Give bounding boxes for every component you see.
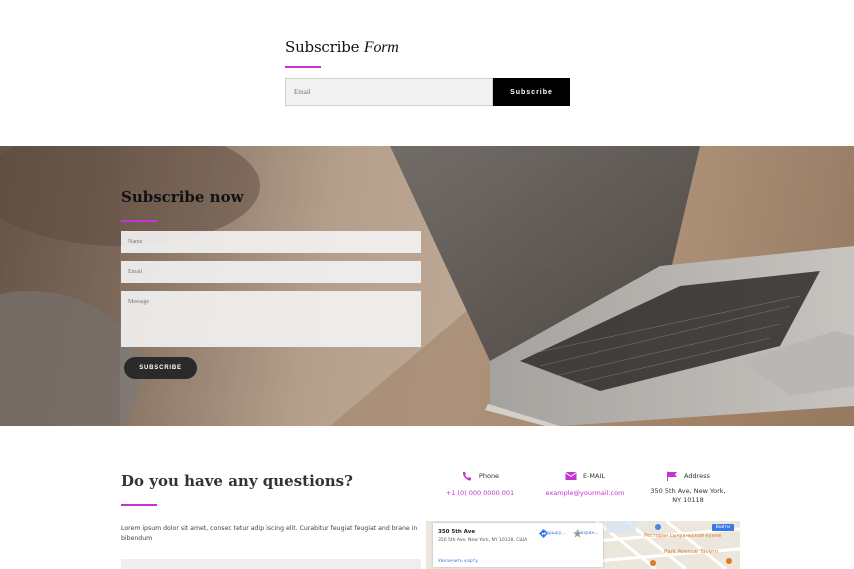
star-icon bbox=[573, 529, 582, 538]
google-map[interactable]: 350 5th Ave 350 5th Ave, New York, NY 10… bbox=[426, 521, 740, 569]
map-place-card: 350 5th Ave 350 5th Ave, New York, NY 10… bbox=[433, 523, 603, 567]
questions-text: Lorem ipsum dolor sit amet, consec tetur… bbox=[121, 525, 418, 542]
subscribe-button[interactable]: Subscribe bbox=[493, 78, 570, 106]
subscribe-form-row: Subscribe bbox=[285, 78, 575, 106]
map-place-name: 350 5th Ave bbox=[438, 529, 476, 535]
contact-email-value[interactable]: example@yourmail.com bbox=[540, 489, 630, 497]
contact-phone: Phone +1 (0) 000 0000 001 bbox=[440, 471, 520, 497]
accent-divider bbox=[285, 66, 321, 68]
directions-icon bbox=[539, 529, 548, 538]
map-enlarge-link[interactable]: Увеличить карту bbox=[438, 559, 478, 564]
name-input[interactable] bbox=[121, 231, 421, 253]
map-signin-button[interactable]: Войти bbox=[711, 524, 734, 531]
phone-icon bbox=[462, 472, 471, 481]
map-poi-tavern[interactable]: Park Avenue Tavern bbox=[664, 549, 718, 555]
message-textarea[interactable] bbox=[121, 291, 421, 347]
map-save-button[interactable]: Сохран... bbox=[573, 529, 603, 538]
flag-icon bbox=[667, 471, 678, 481]
contact-email-label: E-MAIL bbox=[582, 472, 606, 480]
map-poi-restaurant[interactable]: Ресторан сычуаньской кухни bbox=[644, 533, 721, 539]
accent-divider bbox=[121, 504, 157, 506]
contact-address-value: 350 5th Ave, New York, NY 10118 bbox=[650, 487, 726, 504]
email-input[interactable] bbox=[121, 261, 421, 283]
subscribe-form-title: Subscribe Form bbox=[285, 38, 575, 57]
map-route-button[interactable]: Маршру... bbox=[539, 529, 569, 538]
subscribe-now-title: Subscribe now bbox=[121, 188, 244, 206]
contact-phone-value[interactable]: +1 (0) 000 0000 001 bbox=[440, 489, 520, 497]
subscribe-email-input[interactable] bbox=[285, 78, 493, 106]
contact-phone-label: Phone bbox=[478, 472, 500, 480]
contact-email: E-MAIL example@yourmail.com bbox=[540, 471, 630, 497]
hero-subscribe-button[interactable]: SUBSCRIBE bbox=[124, 357, 197, 379]
subscribe-form-section: Subscribe Form Subscribe bbox=[285, 38, 575, 106]
questions-title: Do you have any questions? bbox=[121, 472, 353, 490]
accent-divider bbox=[121, 220, 157, 222]
contact-address-label: Address bbox=[684, 472, 710, 480]
map-place-address: 350 5th Ave, New York, NY 10118, США bbox=[438, 538, 528, 543]
subscribe-form-title-bold: Subscribe bbox=[285, 38, 360, 56]
subscribe-form-title-italic: Form bbox=[363, 39, 399, 56]
mail-icon bbox=[565, 472, 577, 480]
contact-address: Address 350 5th Ave, New York, NY 10118 bbox=[645, 471, 731, 505]
questions-input-bar[interactable] bbox=[121, 559, 421, 569]
subscribe-now-hero: Subscribe now SUBSCRIBE bbox=[0, 146, 854, 426]
subscribe-now-form: Subscribe now SUBSCRIBE bbox=[121, 188, 421, 379]
